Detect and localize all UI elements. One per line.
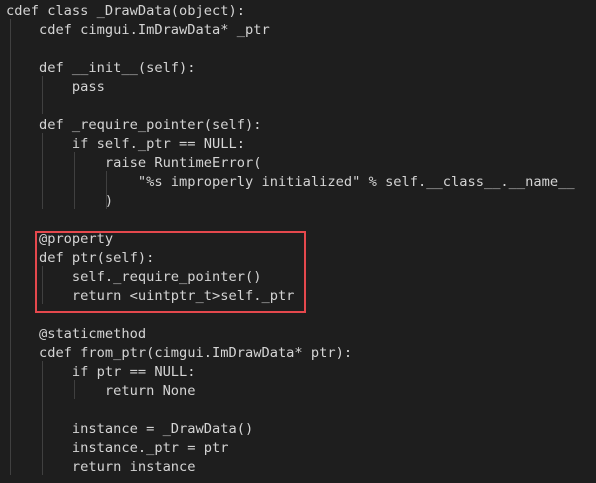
code-line: def ptr(self): [6,250,155,266]
code-line: pass [6,79,105,95]
code-line: return <uintptr_t>self._ptr [6,288,295,304]
code-content[interactable]: cdef class _DrawData(object): cdef cimgu… [0,0,596,483]
code-line: cdef cimgui.ImDrawData* _ptr [6,22,270,38]
code-line: @property [6,231,114,247]
code-line: return instance [6,459,196,475]
code-line: ) [6,193,114,209]
code-line: return None [6,383,196,399]
code-line: cdef from_ptr(cimgui.ImDrawData* ptr): [6,345,353,361]
code-editor[interactable]: cdef class _DrawData(object): cdef cimgu… [0,0,596,483]
code-line: def _require_pointer(self): [6,117,262,133]
code-line: instance._ptr = ptr [6,440,229,456]
code-line: @staticmethod [6,326,147,342]
code-line: instance = _DrawData() [6,421,254,437]
code-line: if ptr == NULL: [6,364,196,380]
code-line: if self._ptr == NULL: [6,136,245,152]
code-line: cdef class _DrawData(object): [6,3,245,19]
code-line: "%s improperly initialized" % self.__cla… [6,174,575,190]
code-line: def __init__(self): [6,60,196,76]
code-line: raise RuntimeError( [6,155,262,171]
code-line: self._require_pointer() [6,269,262,285]
